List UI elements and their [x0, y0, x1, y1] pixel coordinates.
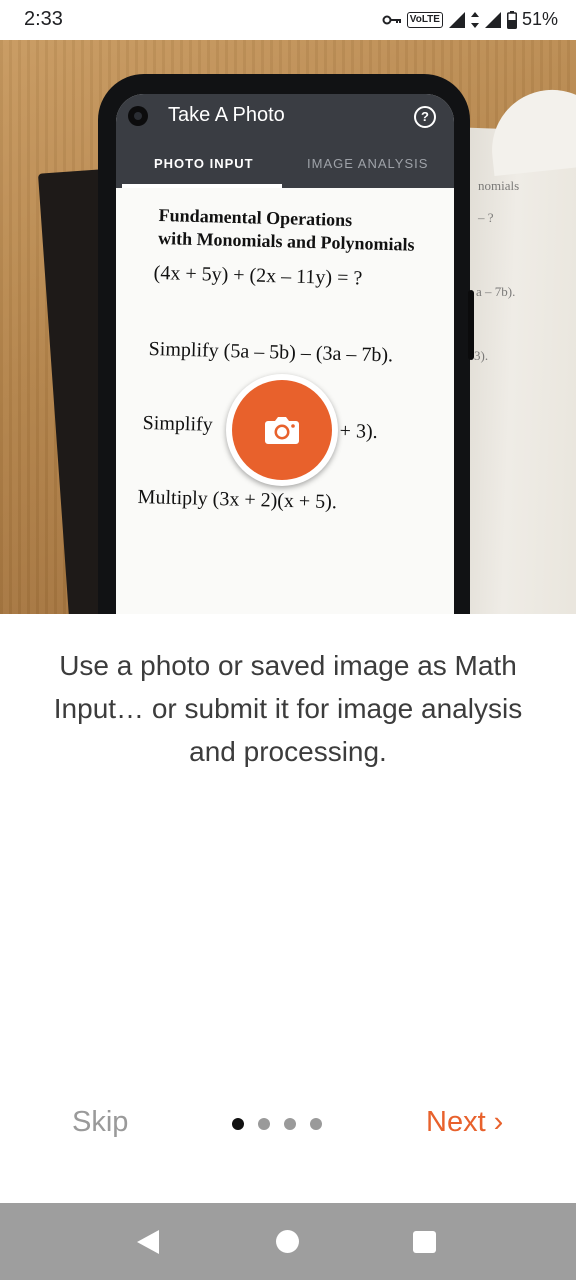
worksheet-line: Simplify	[142, 412, 213, 436]
vpn-key-icon	[382, 14, 402, 26]
page-indicator	[232, 1118, 322, 1130]
system-nav-bar	[0, 1203, 576, 1280]
worksheet-line: (4x + 5y) + (2x – 11y) = ?	[153, 262, 363, 290]
home-icon[interactable]	[276, 1230, 299, 1253]
data-arrows-icon	[470, 11, 479, 28]
status-time: 2:33	[24, 8, 63, 30]
page-dot-active	[232, 1118, 244, 1130]
book-text: nomials	[478, 178, 520, 193]
shutter-button	[226, 374, 338, 486]
page-dot	[284, 1118, 296, 1130]
camera-icon	[265, 417, 299, 444]
worksheet-line: Multiply (3x + 2)(x + 5).	[137, 486, 338, 514]
help-icon: ?	[414, 106, 436, 128]
signal-icon	[448, 11, 466, 29]
recents-icon[interactable]	[413, 1231, 436, 1253]
back-icon[interactable]	[136, 1229, 160, 1260]
onboarding-caption: Use a photo or saved image as Math Input…	[53, 650, 523, 767]
battery-percent: 51%	[521, 9, 558, 29]
signal-icon-2	[484, 11, 502, 29]
status-bar: 2:33 VoLTE 51%	[0, 0, 576, 40]
skip-button[interactable]: Skip	[72, 1106, 128, 1139]
tab-photo-input: PHOTO INPUT	[154, 156, 254, 171]
volte-icon: VoLTE	[406, 11, 443, 28]
book-text: – ?	[478, 210, 494, 225]
worksheet-line: Simplify (5a – 5b) – (3a – 7b).	[148, 338, 394, 367]
status-icons: VoLTE 51%	[382, 9, 558, 30]
next-button[interactable]: Next ›	[426, 1106, 503, 1139]
worksheet-line: + 3).	[339, 420, 378, 443]
phone-screen: Take A Photo ? PHOTO INPUT IMAGE ANALYSI…	[116, 94, 454, 614]
app-title: Take A Photo	[168, 104, 285, 126]
background-book-page	[486, 83, 576, 177]
book-text: 3).	[474, 348, 489, 363]
app-bar: Take A Photo ? PHOTO INPUT IMAGE ANALYSI…	[116, 94, 454, 188]
hero-illustration: nomials – ? a – 7b). 3). Take A Photo ? …	[0, 40, 576, 614]
page-dot	[258, 1118, 270, 1130]
shutter-button-inner	[232, 380, 332, 480]
worksheet-heading: Fundamental Operations with Monomials an…	[158, 204, 416, 257]
tab-image-analysis: IMAGE ANALYSIS	[307, 156, 429, 171]
phone-side-button	[468, 290, 474, 360]
battery-icon	[506, 10, 517, 29]
book-text: a – 7b).	[476, 284, 516, 299]
tab-indicator	[122, 184, 282, 188]
front-camera-icon	[128, 106, 148, 126]
page-dot	[310, 1118, 322, 1130]
